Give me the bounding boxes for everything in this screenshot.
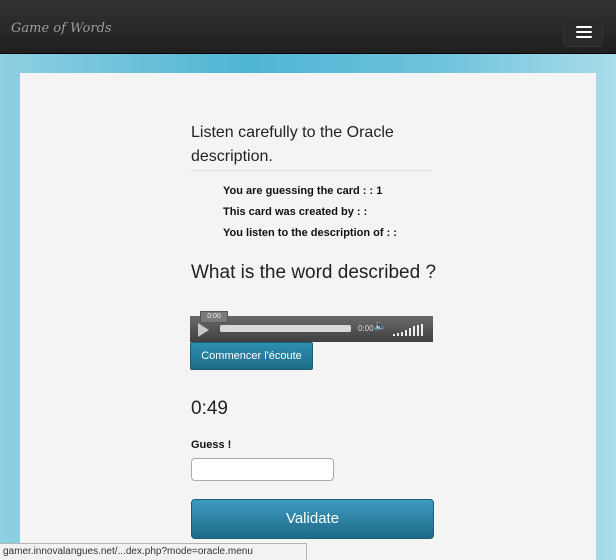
instruction-heading: Listen carefully to the Oracle descripti…: [191, 124, 394, 165]
navbar: Game of Words: [0, 0, 616, 54]
play-icon[interactable]: [198, 323, 209, 337]
info-created-by: This card was created by : :: [223, 206, 368, 218]
question-heading: What is the word described ?: [191, 262, 437, 283]
hamburger-icon-bar: [576, 31, 592, 33]
time-bubble: 0:00: [200, 311, 228, 323]
status-bar-url: gamer.innovalangues.net/...dex.php?mode=…: [0, 543, 307, 560]
hamburger-icon-bar: [576, 26, 592, 28]
menu-toggle-button[interactable]: [563, 17, 603, 47]
audio-player: 0:00 0:00 🔈: [190, 311, 433, 342]
info-card-number: You are guessing the card : : 1: [223, 185, 383, 197]
guess-label: Guess !: [191, 439, 232, 451]
info-listen-to: You listen to the description of : :: [223, 227, 397, 239]
hamburger-icon-bar: [576, 36, 592, 38]
audio-progress-track[interactable]: [220, 325, 351, 332]
brand-logo[interactable]: Game of Words: [11, 21, 112, 36]
volume-bars-icon[interactable]: [393, 324, 429, 336]
start-listening-button[interactable]: Commencer l'écoute: [190, 342, 313, 370]
player-time: 0:00: [358, 324, 374, 333]
validate-button[interactable]: Validate: [191, 499, 434, 539]
divider: [191, 170, 432, 171]
speaker-icon[interactable]: 🔈: [374, 321, 386, 332]
countdown-timer: 0:49: [191, 398, 228, 419]
guess-input[interactable]: [191, 458, 334, 481]
